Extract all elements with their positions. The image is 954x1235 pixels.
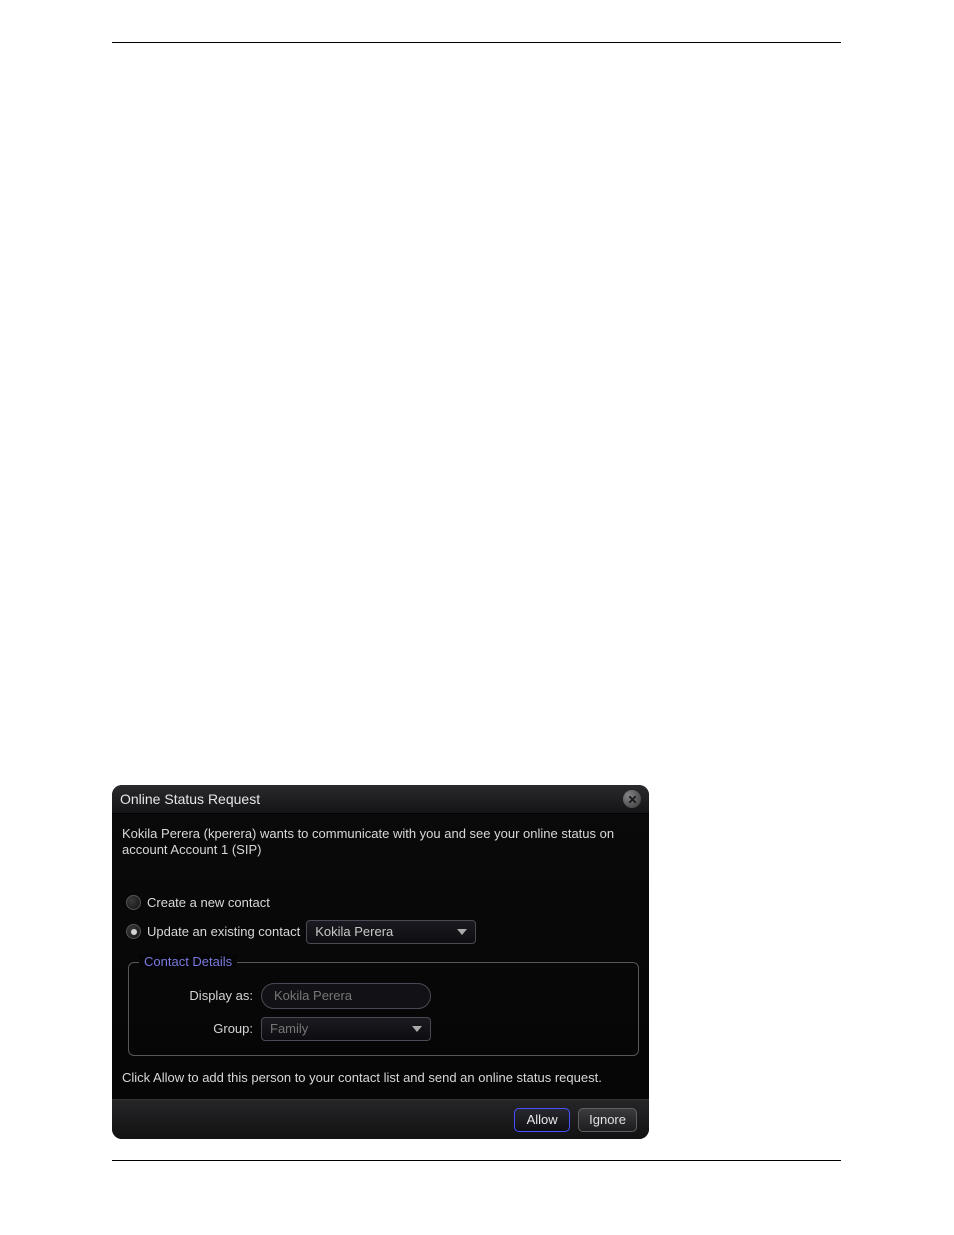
display-as-row: Display as: [143, 983, 624, 1009]
chevron-down-icon [457, 929, 467, 935]
online-status-request-dialog: Online Status Request Kokila Perera (kpe… [112, 785, 649, 1139]
ignore-button[interactable]: Ignore [578, 1108, 637, 1132]
radio-update-contact[interactable] [126, 924, 141, 939]
group-dropdown[interactable]: Family [261, 1017, 431, 1041]
page-divider-top [112, 42, 841, 43]
chevron-down-icon [412, 1026, 422, 1032]
dialog-body: Kokila Perera (kperera) wants to communi… [112, 814, 649, 1085]
close-icon [628, 795, 637, 804]
close-button[interactable] [623, 790, 641, 808]
display-as-label: Display as: [143, 988, 261, 1003]
display-as-input[interactable] [261, 983, 431, 1009]
group-value: Family [270, 1021, 308, 1036]
radio-create-contact[interactable] [126, 895, 141, 910]
group-label: Group: [143, 1021, 261, 1036]
dialog-title: Online Status Request [120, 791, 623, 807]
request-message: Kokila Perera (kperera) wants to communi… [120, 818, 641, 859]
contact-details-legend: Contact Details [139, 954, 237, 969]
page-divider-bottom [112, 1160, 841, 1161]
dialog-titlebar: Online Status Request [112, 785, 649, 814]
radio-update-contact-label: Update an existing contact [147, 924, 300, 939]
radio-create-contact-label: Create a new contact [147, 895, 270, 910]
update-contact-option[interactable]: Update an existing contact Kokila Perera [120, 920, 641, 944]
existing-contact-value: Kokila Perera [315, 924, 393, 939]
group-row: Group: Family [143, 1017, 624, 1041]
allow-button[interactable]: Allow [514, 1108, 570, 1132]
hint-text: Click Allow to add this person to your c… [120, 1056, 641, 1085]
create-contact-option[interactable]: Create a new contact [120, 895, 641, 910]
existing-contact-dropdown[interactable]: Kokila Perera [306, 920, 476, 944]
dialog-footer: Allow Ignore [112, 1099, 649, 1139]
contact-details-fieldset: Contact Details Display as: Group: Famil… [128, 962, 639, 1056]
